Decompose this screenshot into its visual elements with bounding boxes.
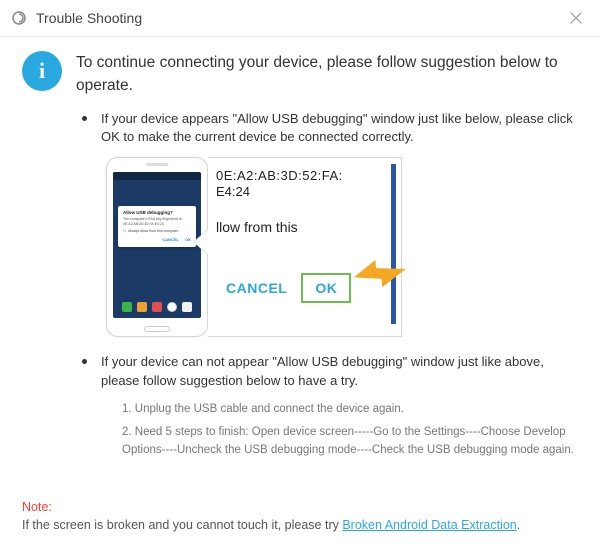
callout-pointer xyxy=(194,230,208,254)
illustration: Allow USB debugging? The computer's RSA … xyxy=(106,157,578,337)
arrow-icon xyxy=(353,257,409,302)
close-button[interactable] xyxy=(566,8,586,28)
instruction-1-text: If your device appears "Allow USB debugg… xyxy=(101,110,578,148)
popup-cancel: CANCEL xyxy=(162,237,179,242)
home-button-shape xyxy=(144,326,170,332)
phone-speaker-area xyxy=(107,158,207,170)
popup-body: The computer's RSA key fingerprint is: 0… xyxy=(123,217,191,226)
lead-row: i To continue connecting your device, pl… xyxy=(22,51,578,98)
dock-app-5 xyxy=(182,302,192,312)
instruction-2-text: If your device can not appear "Allow USB… xyxy=(101,353,578,391)
popup-ok: OK xyxy=(185,237,191,242)
dialog-cancel-button: CANCEL xyxy=(226,280,287,296)
note-tail: . xyxy=(517,518,520,532)
note-text: If the screen is broken and you cannot t… xyxy=(22,518,342,532)
dock-app-3 xyxy=(152,302,162,312)
phone-wallpaper: Allow USB debugging? The computer's RSA … xyxy=(113,180,201,247)
instruction-item-1: If your device appears "Allow USB debugg… xyxy=(82,110,578,148)
bullet-dot xyxy=(82,359,87,364)
note-section: Note: If the screen is broken and you ca… xyxy=(22,498,578,536)
popup-check-label: Always allow from this computer xyxy=(128,229,178,233)
step-2: 2. Need 5 steps to finish: Open device s… xyxy=(122,424,578,460)
phone-screen: Allow USB debugging? The computer's RSA … xyxy=(113,172,201,318)
info-icon: i xyxy=(22,51,62,91)
popup-title: Allow USB debugging? xyxy=(123,210,191,215)
dock-app-2 xyxy=(137,302,147,312)
titlebar: Trouble Shooting xyxy=(0,0,600,37)
phone-dock xyxy=(119,299,195,315)
instruction-list: If your device appears "Allow USB debugg… xyxy=(82,110,578,148)
crop-line-1: 0E:A2:AB:3D:52:FA: xyxy=(216,168,389,183)
dialog-ok-button: OK xyxy=(301,273,351,303)
lead-text: To continue connecting your device, plea… xyxy=(76,51,578,98)
popup-actions: CANCEL OK xyxy=(123,237,191,242)
phone-mockup: Allow USB debugging? The computer's RSA … xyxy=(106,157,208,337)
dock-app-4 xyxy=(167,302,177,312)
instruction-list-2: If your device can not appear "Allow USB… xyxy=(82,353,578,391)
instruction-item-2: If your device can not appear "Allow USB… xyxy=(82,353,578,391)
phone-home-area xyxy=(107,322,207,336)
note-label: Note: xyxy=(22,498,578,517)
dialog-crop: 0E:A2:AB:3D:52:FA: E4:24 llow from this … xyxy=(208,157,402,337)
crop-line-2: E4:24 xyxy=(216,184,389,199)
popup-checkbox: ☐Always allow from this computer xyxy=(123,229,191,233)
dock-app-1 xyxy=(122,302,132,312)
content-area: i To continue connecting your device, pl… xyxy=(0,37,600,459)
crop-line-3: llow from this xyxy=(216,219,389,235)
broken-android-link[interactable]: Broken Android Data Extraction xyxy=(342,518,516,532)
usb-debug-popup: Allow USB debugging? The computer's RSA … xyxy=(118,206,196,247)
phone-statusbar xyxy=(113,172,201,180)
steps-list: 1. Unplug the USB cable and connect the … xyxy=(122,401,578,459)
step-1: 1. Unplug the USB cable and connect the … xyxy=(122,401,578,419)
bullet-dot xyxy=(82,116,87,121)
app-icon xyxy=(10,9,28,27)
window-title: Trouble Shooting xyxy=(36,10,566,26)
